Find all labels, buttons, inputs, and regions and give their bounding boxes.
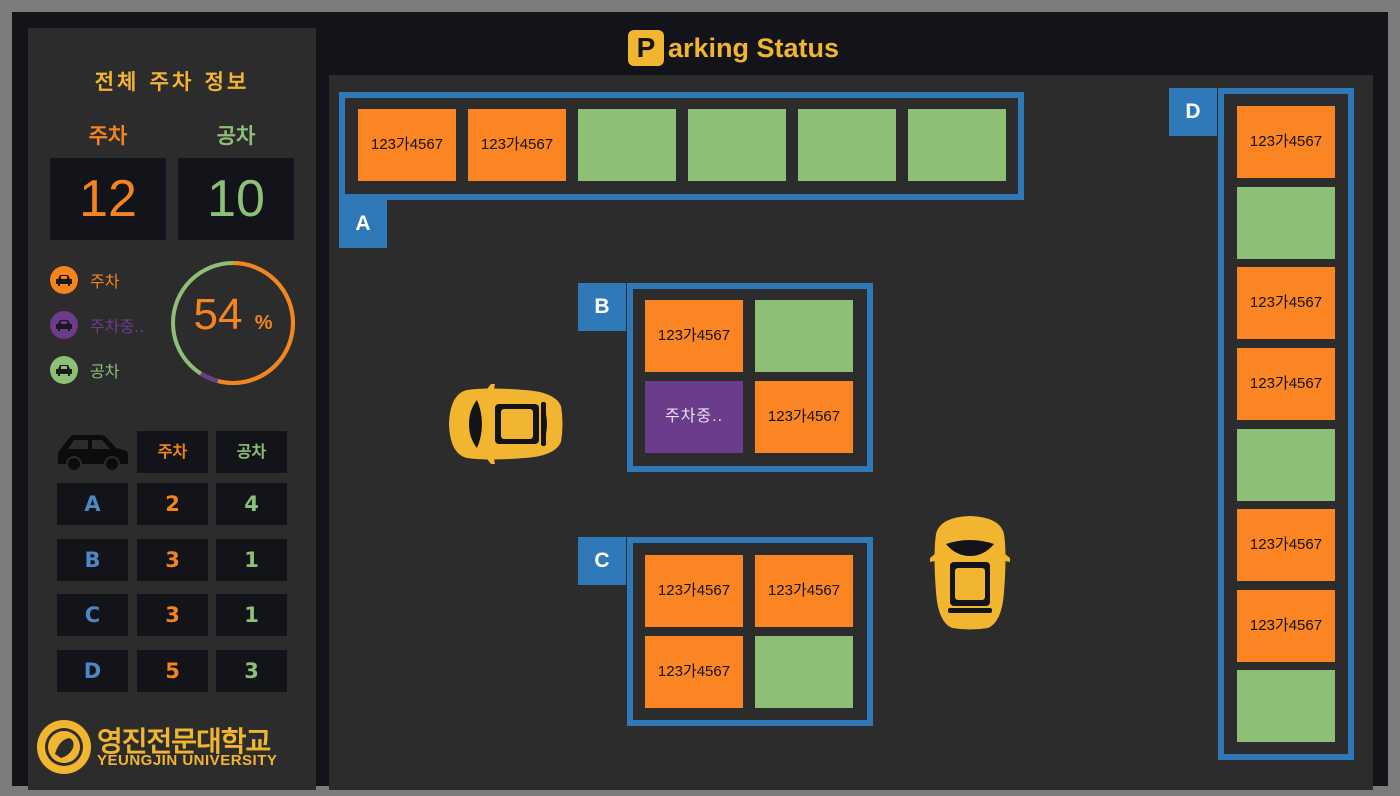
slot-c1[interactable]: 123가4567: [645, 555, 743, 627]
slot-a1[interactable]: 123가4567: [358, 109, 456, 181]
empty-cell: 4: [216, 483, 287, 525]
slot-a3[interactable]: [578, 109, 676, 181]
parked-cell: 3: [137, 539, 208, 581]
empty-label: 공차: [216, 124, 256, 148]
zone-a-tag: A: [339, 200, 387, 248]
car-icon: [50, 311, 78, 339]
slot-b1[interactable]: 123가4567: [645, 300, 743, 372]
slot-d4[interactable]: 123가4567: [1237, 348, 1335, 420]
seal-icon: [37, 720, 91, 774]
zone-cell: C: [57, 594, 128, 636]
slot-c3[interactable]: 123가4567: [645, 636, 743, 708]
slot-b2[interactable]: [755, 300, 853, 372]
car-icon: [50, 266, 78, 294]
empty-count: 10: [178, 158, 294, 240]
parked-cell: 5: [137, 650, 208, 692]
slot-d7[interactable]: 123가4567: [1237, 590, 1335, 662]
occupancy-percent: 54 %: [193, 290, 273, 339]
legend-label: 공차: [90, 362, 120, 381]
slot-d1[interactable]: 123가4567: [1237, 106, 1335, 178]
page-title: P arking Status: [628, 30, 839, 66]
parked-cell: 2: [137, 483, 208, 525]
zone-c-tag: C: [578, 537, 626, 585]
slot-a4[interactable]: [688, 109, 786, 181]
empty-cell: 1: [216, 539, 287, 581]
slot-a2[interactable]: 123가4567: [468, 109, 566, 181]
slot-d2[interactable]: [1237, 187, 1335, 259]
slot-d3[interactable]: 123가4567: [1237, 267, 1335, 339]
col-header-empty: 공차: [216, 431, 287, 473]
sidebar-title: 전체 주차 정보: [94, 70, 250, 94]
logo-name-en: YEUNGJIN UNIVERSITY: [97, 752, 278, 769]
legend-label: 주차: [90, 272, 120, 291]
slot-b3[interactable]: 주차중..: [645, 381, 743, 453]
slot-d8[interactable]: [1237, 670, 1335, 742]
car-icon: [50, 356, 78, 384]
parked-cell: 3: [137, 594, 208, 636]
legend-parked: 주차: [50, 266, 119, 294]
slot-c2[interactable]: 123가4567: [755, 555, 853, 627]
slot-b4[interactable]: 123가4567: [755, 381, 853, 453]
zone-d-tag: D: [1169, 88, 1217, 136]
slot-a5[interactable]: [798, 109, 896, 181]
zone-cell: A: [57, 483, 128, 525]
parking-icon: P: [628, 30, 664, 66]
legend-parking: 주차중..: [50, 311, 144, 339]
col-header-parked: 주차: [137, 431, 208, 473]
legend-label: 주차중..: [90, 317, 145, 336]
empty-cell: 1: [216, 594, 287, 636]
parked-count: 12: [50, 158, 166, 240]
slot-d5[interactable]: [1237, 429, 1335, 501]
moving-car-icon: [449, 384, 563, 464]
zone-cell: B: [57, 539, 128, 581]
moving-car-icon: [930, 516, 1010, 630]
university-logo: 영진전문대학교 YEUNGJIN UNIVERSITY: [35, 718, 305, 778]
zone-cell: D: [57, 650, 128, 692]
empty-cell: 3: [216, 650, 287, 692]
parked-label: 주차: [88, 124, 128, 148]
page-title-text: arking Status: [668, 32, 840, 63]
legend-empty: 공차: [50, 356, 119, 384]
slot-d6[interactable]: 123가4567: [1237, 509, 1335, 581]
zone-b-tag: B: [578, 283, 626, 331]
slot-c4[interactable]: [755, 636, 853, 708]
slot-a6[interactable]: [908, 109, 1006, 181]
car-icon: [56, 432, 130, 476]
